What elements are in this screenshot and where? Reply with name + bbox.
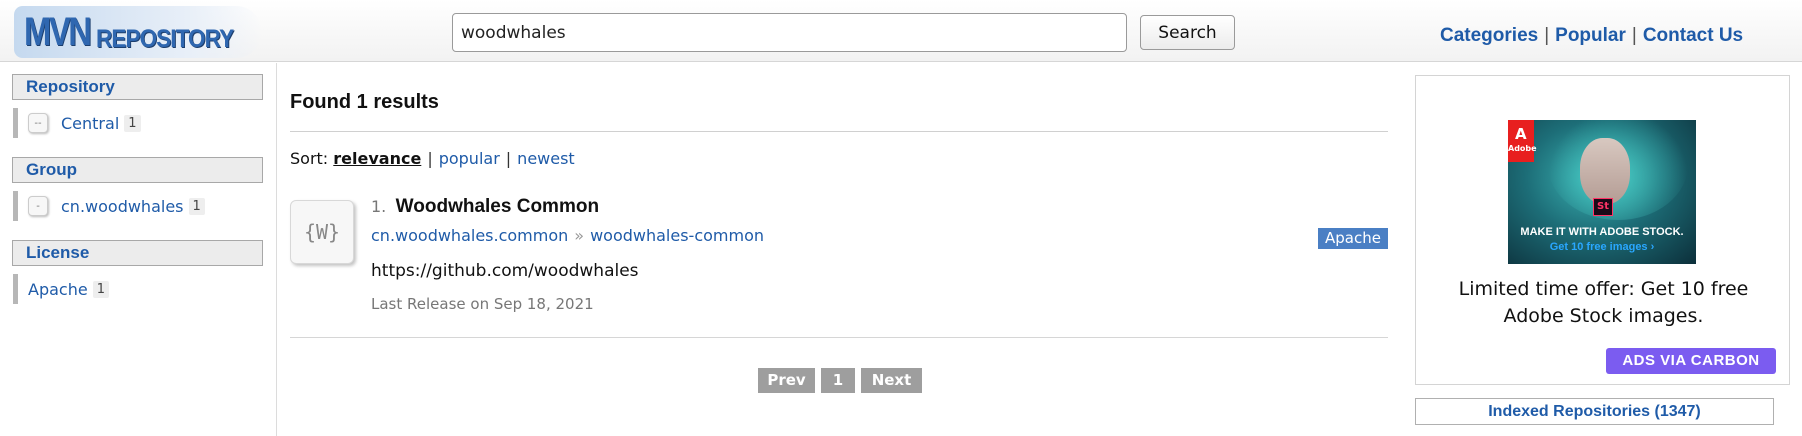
- divider: [290, 337, 1388, 338]
- next-page-button[interactable]: Next: [861, 368, 922, 393]
- repository-icon: --: [28, 113, 48, 133]
- adobe-logo-label: Adobe: [1508, 144, 1537, 153]
- adobe-logo-mark: A: [1515, 125, 1527, 143]
- ads-via-carbon-link[interactable]: ADS VIA CARBON: [1606, 348, 1776, 374]
- logo-repository-text: REPOSITORY: [96, 25, 234, 53]
- facet-header-repository: Repository: [12, 74, 263, 100]
- license-badge[interactable]: Apache: [1318, 228, 1388, 249]
- ad-text[interactable]: Limited time offer: Get 10 free Adobe St…: [1436, 276, 1771, 330]
- results-count-heading: Found 1 results: [290, 91, 439, 113]
- adobe-stock-icon: St: [1593, 198, 1613, 216]
- facet-label[interactable]: Central: [61, 114, 119, 133]
- ad-image-headline: MAKE IT WITH ADOBE STOCK.: [1520, 226, 1684, 238]
- artifact-id-link[interactable]: woodwhales-common: [590, 226, 764, 245]
- facet-label[interactable]: cn.woodwhales: [61, 197, 184, 216]
- result-number: 1.: [371, 197, 387, 216]
- nav-separator: |: [1631, 25, 1637, 46]
- carbon-ad: A Adobe St MAKE IT WITH ADOBE STOCK. Get…: [1415, 75, 1790, 385]
- sort-label: Sort:: [290, 149, 329, 168]
- ad-image[interactable]: A Adobe St MAKE IT WITH ADOBE STOCK. Get…: [1508, 120, 1696, 264]
- ad-art: [1580, 138, 1630, 204]
- logo[interactable]: MVN REPOSITORY: [14, 6, 262, 58]
- facet-header-license: License: [12, 240, 263, 266]
- sort-newest[interactable]: newest: [517, 149, 575, 168]
- facet-item-apache[interactable]: Apache 1: [13, 274, 109, 304]
- divider: [290, 131, 1388, 132]
- search-input[interactable]: [452, 13, 1127, 52]
- last-release: Last Release on Sep 18, 2021: [371, 295, 594, 313]
- search-button[interactable]: Search: [1140, 15, 1235, 50]
- breadcrumb-separator: »: [574, 226, 585, 245]
- indexed-repositories-link[interactable]: Indexed Repositories (1347): [1415, 398, 1774, 425]
- sort-bar: Sort: relevance | popular | newest: [290, 149, 575, 168]
- main-content: Found 1 results Sort: relevance | popular |…: [290, 63, 1388, 436]
- page-1-button[interactable]: 1: [821, 368, 855, 393]
- result-title-link[interactable]: Woodwhales Common: [396, 196, 599, 217]
- group-id-link[interactable]: cn.woodwhales.common: [371, 226, 568, 245]
- sort-separator: |: [427, 149, 433, 168]
- nav-popular[interactable]: Popular: [1555, 25, 1626, 46]
- facet-header-group: Group: [12, 157, 263, 183]
- facet-count: 1: [124, 114, 141, 132]
- sort-popular[interactable]: popular: [439, 149, 500, 168]
- nav-contact-us[interactable]: Contact Us: [1643, 25, 1743, 46]
- facet-item-central[interactable]: -- Central 1: [13, 108, 141, 138]
- result-coordinates: cn.woodwhales.common » woodwhales-common: [371, 226, 764, 245]
- artifact-icon[interactable]: {W}: [290, 200, 354, 264]
- header: MVN REPOSITORY Search Categories |Popular…: [0, 0, 1802, 62]
- facet-item-cn-woodwhales[interactable]: - cn.woodwhales 1: [13, 191, 205, 221]
- left-sidebar: Repository -- Central 1 Group - cn.woodw…: [0, 63, 277, 436]
- nav-categories[interactable]: Categories: [1440, 25, 1538, 46]
- facet-count: 1: [92, 280, 109, 298]
- adobe-logo: A Adobe: [1508, 120, 1537, 162]
- facet-count: 1: [188, 197, 205, 215]
- result-title: 1. Woodwhales Common: [371, 196, 599, 218]
- logo-mvn-text: MVN: [24, 10, 92, 54]
- facet-label[interactable]: Apache: [28, 280, 88, 299]
- ad-image-cta: Get 10 free images ›: [1549, 241, 1655, 253]
- top-nav: Categories | Popular | Contact Us: [1440, 25, 1743, 47]
- prev-page-button[interactable]: Prev: [758, 368, 815, 393]
- sort-separator: |: [505, 149, 512, 168]
- result-url: https://github.com/woodwhales: [371, 261, 639, 281]
- nav-separator: |: [1544, 25, 1550, 46]
- group-icon: -: [28, 196, 48, 216]
- sort-relevance[interactable]: relevance: [333, 149, 421, 168]
